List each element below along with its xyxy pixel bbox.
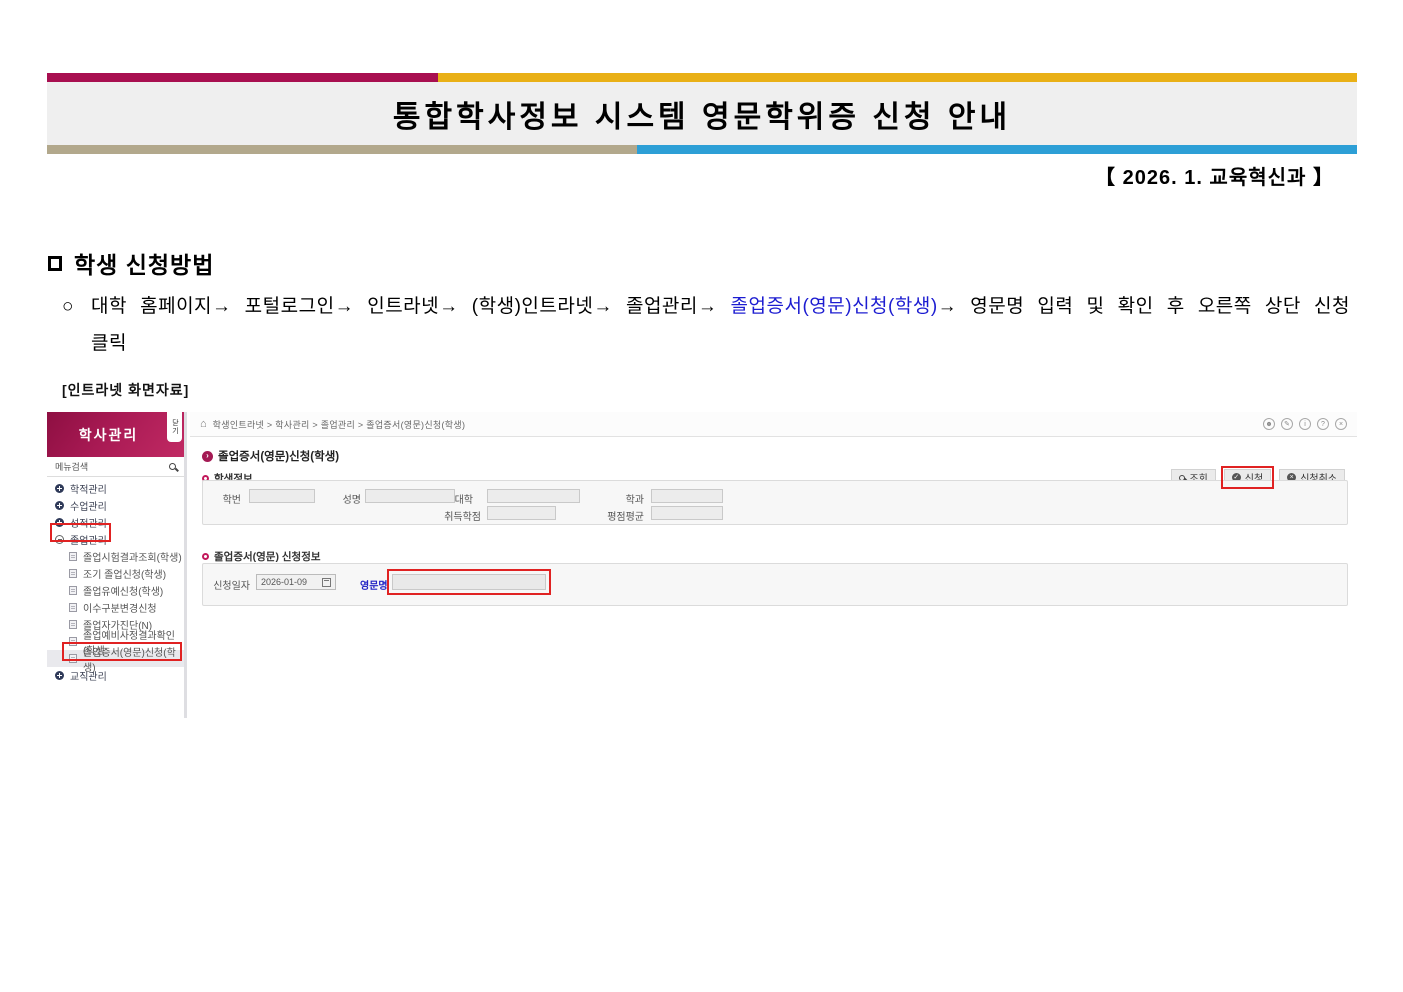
sidebar-item-label: 교직관리 xyxy=(70,668,107,683)
field-label-credits: 취득학점 xyxy=(413,508,481,523)
expand-plus-icon xyxy=(55,484,64,493)
field-label-name: 성명 xyxy=(321,491,361,506)
search-icon[interactable] xyxy=(169,463,176,470)
breadcrumb: 학생인트라넷 > 학사관리 > 졸업관리 > 졸업증서(영문)신청(학생) xyxy=(213,418,466,431)
field-label-english-name: 영문명 xyxy=(360,577,388,592)
banner-top-bar xyxy=(47,73,1357,82)
sidebar-menu: 학적관리 수업관리 성적관리 졸업관리 졸업시험결과조회(학생) xyxy=(47,477,184,684)
sidebar-title: 학사관리 xyxy=(47,412,170,457)
document-icon xyxy=(69,637,77,646)
sidebar-close-tab[interactable]: 닫기 xyxy=(167,412,182,442)
department-input[interactable] xyxy=(651,489,723,503)
menu-search-box[interactable]: 메뉴검색 xyxy=(47,457,184,477)
sidebar-item-label: 졸업유예신청(학생) xyxy=(83,583,163,598)
student-id-input[interactable] xyxy=(249,489,315,503)
user-icon[interactable]: ☻ xyxy=(1263,418,1275,430)
gpa-input[interactable] xyxy=(651,506,723,520)
sidebar-item-seongjeok[interactable]: 성적관리 xyxy=(47,514,184,531)
field-label-hakbun: 학번 xyxy=(203,491,241,506)
sidebar-subitem-course-change[interactable]: 이수구분변경신청 xyxy=(47,599,184,616)
intranet-screenshot: 학사관리 닫기 메뉴검색 학적관리 수업관리 xyxy=(47,412,1357,720)
sidebar-subitem-early-grad[interactable]: 조기 졸업신청(학생) xyxy=(47,565,184,582)
banner-bottom-tan-segment xyxy=(47,145,637,154)
close-icon[interactable]: × xyxy=(1335,418,1347,430)
apply-info-panel: 신청일자 2026-01-09 영문명 xyxy=(202,563,1348,606)
document-icon xyxy=(69,620,77,629)
banner: 통합학사정보 시스템 영문학위증 신청 안내 xyxy=(47,73,1357,154)
apply-info-section-label: 졸업증서(영문) 신청정보 xyxy=(202,549,321,564)
expand-plus-icon xyxy=(55,671,64,680)
apply-date-input[interactable]: 2026-01-09 xyxy=(256,574,336,590)
document-icon xyxy=(69,654,77,663)
arrow-circle-icon: › xyxy=(202,451,213,462)
sidebar-item-label: 조기 졸업신청(학생) xyxy=(83,566,166,581)
document-icon xyxy=(69,586,77,595)
sidebar-item-joreop[interactable]: 졸업관리 xyxy=(47,531,184,548)
ring-bullet-icon xyxy=(202,553,209,560)
sidebar-item-label: 수업관리 xyxy=(70,498,107,513)
sidebar-item-label: 졸업관리 xyxy=(70,532,107,547)
expand-plus-icon xyxy=(55,501,64,510)
document-icon xyxy=(69,603,77,612)
english-name-input[interactable] xyxy=(392,574,546,590)
sidebar-item-label: 졸업시험결과조회(학생) xyxy=(83,549,182,564)
menu-search-label: 메뉴검색 xyxy=(55,460,169,473)
apply-date-value: 2026-01-09 xyxy=(261,577,316,587)
field-label-gpa: 평점평균 xyxy=(593,508,644,523)
field-label-apply-date: 신청일자 xyxy=(208,577,250,592)
screenshot-caption: [인트라넷 화면자료] xyxy=(62,380,189,400)
instructions: ○ 대학 홈페이지→ 포털로그인→ 인트라넷→ (학생)인트라넷→ 졸업관리→ … xyxy=(62,288,1350,362)
college-input[interactable] xyxy=(487,489,580,503)
edit-icon[interactable]: ✎ xyxy=(1281,418,1293,430)
sidebar-item-label: 성적관리 xyxy=(70,515,107,530)
sidebar-item-hakjeok[interactable]: 학적관리 xyxy=(47,480,184,497)
intranet-main: ⌂ 학생인트라넷 > 학사관리 > 졸업관리 > 졸업증서(영문)신청(학생) … xyxy=(190,412,1357,720)
section-heading-label: 학생 신청방법 xyxy=(74,246,214,280)
instructions-text: 대학 홈페이지→ 포털로그인→ 인트라넷→ (학생)인트라넷→ 졸업관리→ 졸업… xyxy=(62,288,1350,362)
calendar-icon[interactable] xyxy=(322,578,331,587)
sidebar-subitem-exam-result[interactable]: 졸업시험결과조회(학생) xyxy=(47,548,184,565)
banner-top-magenta-segment xyxy=(47,73,438,82)
document-icon xyxy=(69,552,77,561)
expand-plus-icon xyxy=(55,518,64,527)
document-icon xyxy=(69,569,77,578)
section-heading: 학생 신청방법 xyxy=(48,246,214,280)
sidebar-subitem-english-diploma[interactable]: 졸업증서(영문)신청(학생) xyxy=(47,650,184,667)
help-icon[interactable]: ? xyxy=(1317,418,1329,430)
sidebar-header: 학사관리 닫기 xyxy=(47,412,184,457)
date-department-line: 【 2026. 1. 교육혁신과 】 xyxy=(1095,161,1334,190)
credits-input[interactable] xyxy=(487,506,556,520)
page-title: 통합학사정보 시스템 영문학위증 신청 안내 xyxy=(47,82,1357,145)
field-label-college: 대학 xyxy=(431,491,473,506)
instructions-pre: 대학 홈페이지→ 포털로그인→ 인트라넷→ (학생)인트라넷→ 졸업관리→ xyxy=(91,296,731,317)
circle-bullet-icon: ○ xyxy=(62,288,74,325)
breadcrumb-bar: ⌂ 학생인트라넷 > 학사관리 > 졸업관리 > 졸업증서(영문)신청(학생) … xyxy=(190,412,1357,437)
info-icon[interactable]: i xyxy=(1299,418,1311,430)
instructions-menu-link: 졸업증서(영문)신청(학생) xyxy=(731,296,938,317)
sidebar-item-sueop[interactable]: 수업관리 xyxy=(47,497,184,514)
sidebar-subitem-grad-deferral[interactable]: 졸업유예신청(학생) xyxy=(47,582,184,599)
square-bullet-icon xyxy=(48,256,62,271)
sidebar: 학사관리 닫기 메뉴검색 학적관리 수업관리 xyxy=(47,412,187,718)
banner-bottom-bar xyxy=(47,145,1357,154)
banner-bottom-blue-segment xyxy=(637,145,1357,154)
field-label-dept: 학과 xyxy=(593,491,644,506)
student-info-panel: 학번 성명 대학 학과 취득학점 평점평균 xyxy=(202,480,1348,525)
sidebar-item-label: 이수구분변경신청 xyxy=(83,600,157,615)
intranet-page-title-label: 졸업증서(영문)신청(학생) xyxy=(218,448,339,464)
banner-top-gold-segment xyxy=(438,73,1357,82)
sidebar-item-label: 학적관리 xyxy=(70,481,107,496)
sidebar-close-label: 닫기 xyxy=(170,419,180,435)
home-icon[interactable]: ⌂ xyxy=(200,418,207,430)
window-icon-group: ☻ ✎ i ? × xyxy=(1263,418,1347,430)
apply-info-title: 졸업증서(영문) 신청정보 xyxy=(214,549,321,564)
intranet-page-title: › 졸업증서(영문)신청(학생) xyxy=(202,448,339,464)
collapse-minus-icon xyxy=(55,535,64,544)
